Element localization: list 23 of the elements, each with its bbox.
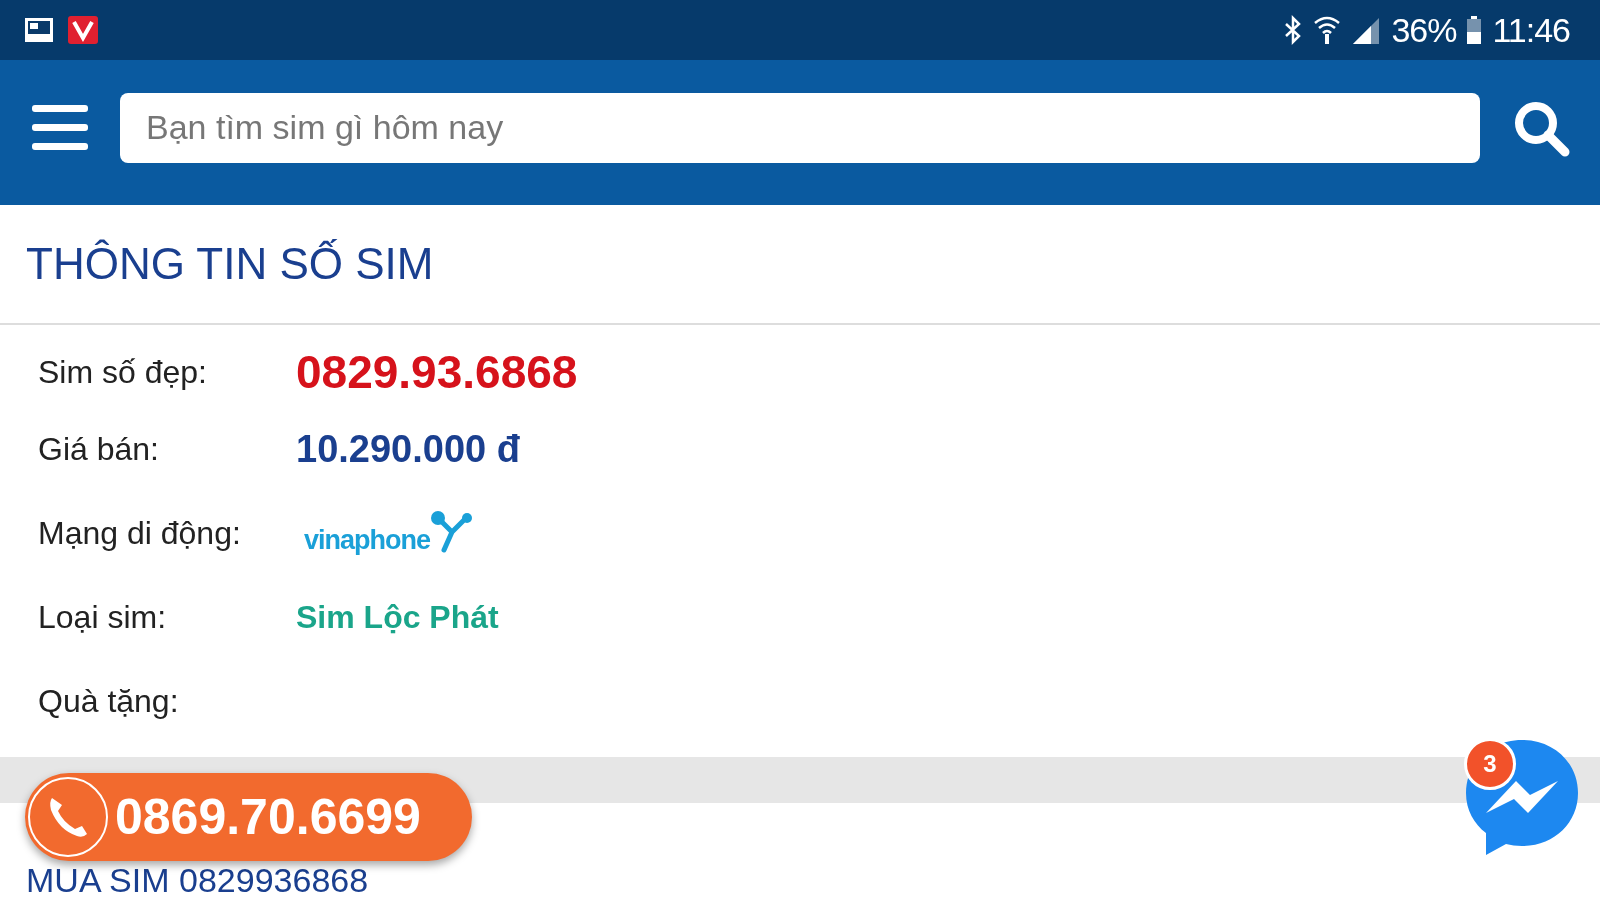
field-label: Quà tặng: (38, 682, 180, 720)
field-label: Loại sim: (38, 598, 168, 636)
search-field[interactable]: Bạn tìm sim gì hôm nay (120, 92, 1480, 163)
call-button[interactable]: 0869.70.6699 (25, 773, 472, 861)
clock: 11:46 (1492, 10, 1570, 50)
app-icon (68, 16, 98, 44)
battery-icon (1466, 16, 1483, 44)
field-label: Sim số đẹp: (38, 353, 208, 391)
sim-type-value: Sim Lộc Phát (296, 598, 499, 636)
price-value: 10.290.000 đ (296, 427, 520, 471)
buy-title: MUA SIM 0829936868 (26, 862, 369, 898)
wifi-icon (1313, 15, 1342, 45)
signal-icon (1351, 16, 1382, 44)
phone-icon (27, 776, 109, 858)
field-label: Giá bán: (38, 430, 160, 468)
network-logo-text: vinaphone (304, 525, 430, 556)
section-title: THÔNG TIN SỐ SIM (26, 239, 434, 289)
battery-percent: 36% (1391, 10, 1457, 50)
network-logo-icon (430, 510, 474, 556)
gallery-icon (24, 17, 54, 43)
field-label: Mạng di động: (38, 514, 242, 552)
menu-icon[interactable] (32, 104, 88, 151)
sim-number: 0829.93.6868 (296, 345, 578, 399)
